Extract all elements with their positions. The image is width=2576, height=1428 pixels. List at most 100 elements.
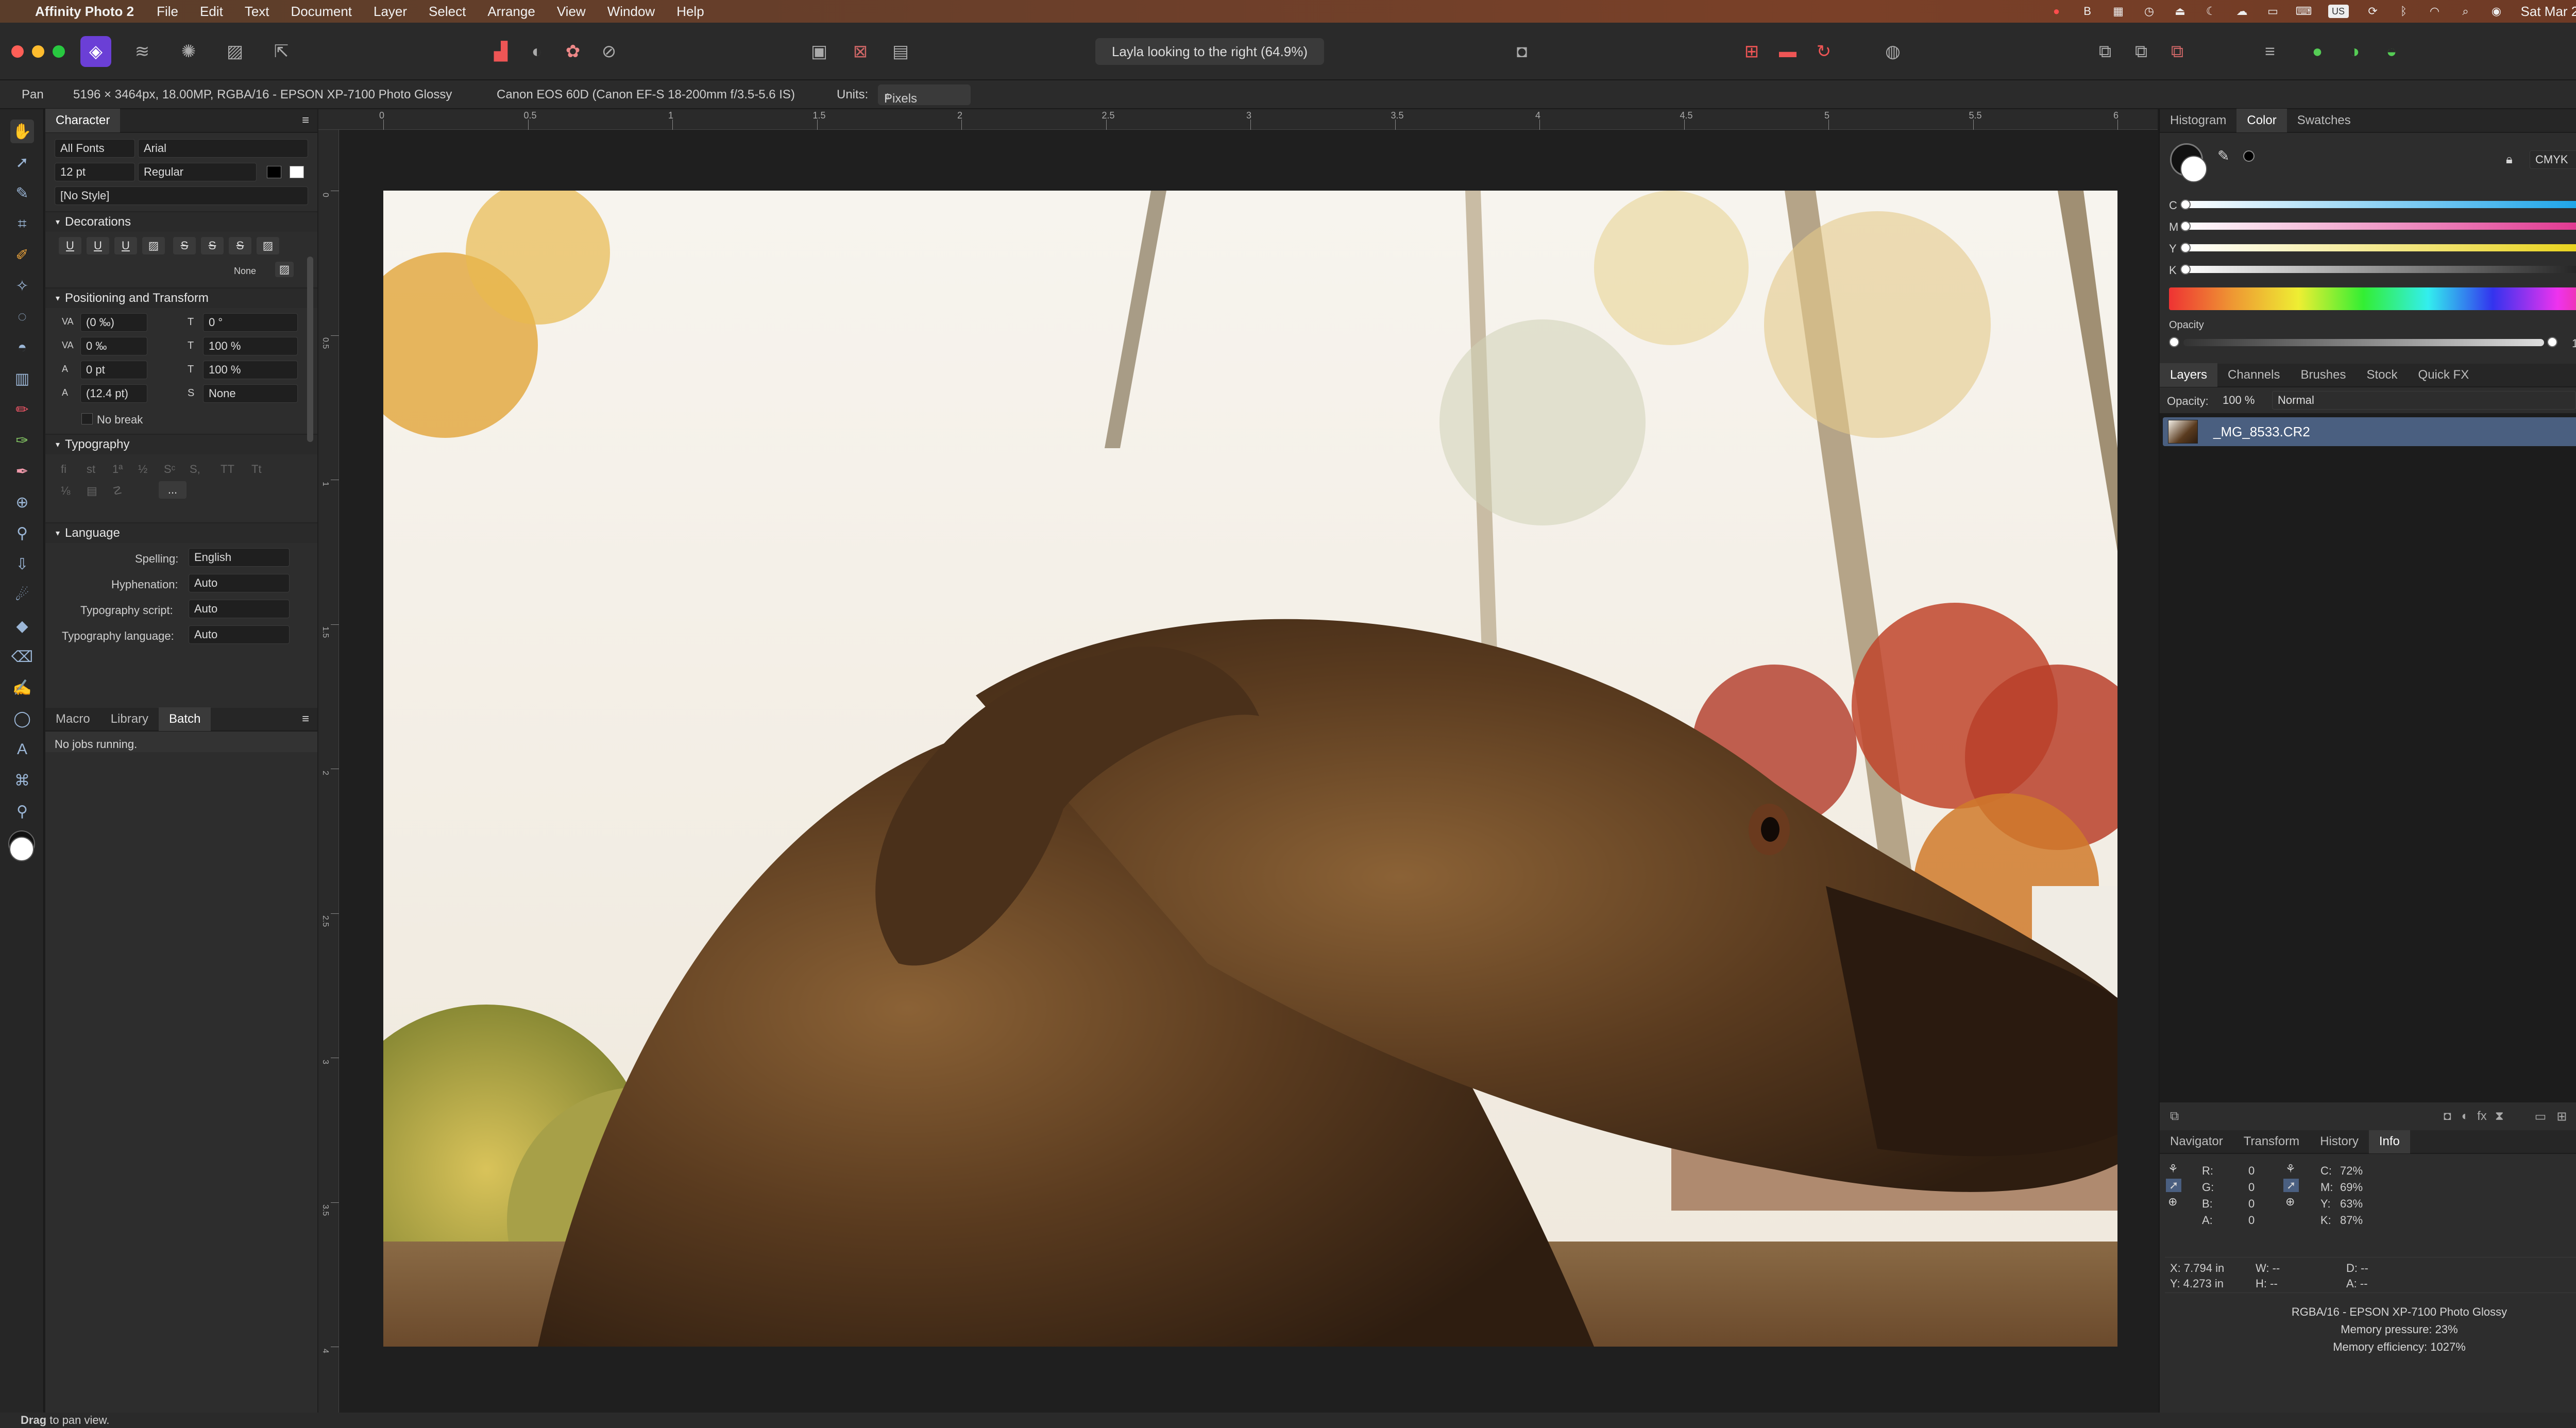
record-icon[interactable]: ●: [2050, 5, 2063, 18]
search-icon[interactable]: ⌕: [2459, 5, 2472, 18]
clone-tool-icon[interactable]: ✒: [10, 460, 34, 483]
liquify-persona-icon[interactable]: ≋: [127, 36, 158, 67]
auto-white-balance-icon[interactable]: ⊘: [594, 36, 624, 67]
text-tool-icon[interactable]: A: [10, 738, 34, 761]
units-select[interactable]: Pixels ⇕: [878, 84, 971, 106]
superscript-icon[interactable]: 1ª: [112, 463, 123, 476]
layer-opacity-field[interactable]: 100 %: [2217, 391, 2269, 410]
zoom-tool-icon[interactable]: ⚲: [10, 800, 34, 823]
magenta-slider-knob[interactable]: [2180, 221, 2191, 231]
display-icon[interactable]: ▭: [2266, 5, 2280, 18]
caps-icon[interactable]: Tt: [251, 463, 262, 476]
tab-quick-fx[interactable]: Quick FX: [2408, 363, 2480, 387]
font-family-select[interactable]: Arial: [138, 139, 308, 158]
leading-override-field[interactable]: None: [203, 384, 298, 403]
underline-custom-button[interactable]: U: [114, 237, 137, 254]
panel-menu-icon[interactable]: ≡: [302, 712, 309, 726]
typography-section[interactable]: ▾ Typography: [45, 434, 317, 454]
invert-selection-icon[interactable]: ▤: [885, 36, 916, 67]
pen-tool-icon[interactable]: ✍: [10, 676, 34, 700]
small-caps-icon[interactable]: Sᶜ: [164, 463, 175, 476]
decoration-color-button[interactable]: ▨: [275, 262, 294, 277]
close-window-button[interactable]: [11, 45, 24, 58]
control-center-icon[interactable]: ◉: [2490, 5, 2503, 18]
black-slider-knob[interactable]: [2180, 264, 2191, 275]
erase-tool-icon[interactable]: ⌫: [10, 645, 34, 669]
stylistic-icon[interactable]: S,: [190, 463, 200, 476]
quick-mask-icon[interactable]: ◘: [1506, 36, 1537, 67]
baseline-field[interactable]: 0 pt: [80, 361, 147, 379]
rgb-source-icon[interactable]: ⚘: [2168, 1162, 2178, 1176]
leading-field[interactable]: (12.4 pt): [80, 384, 147, 403]
zoom-window-button[interactable]: [53, 45, 65, 58]
photo-persona-icon[interactable]: ◈: [80, 36, 111, 67]
strike-color-button[interactable]: ▨: [257, 237, 279, 254]
flood-fill-icon[interactable]: ◓: [10, 336, 34, 360]
crop-tool-icon[interactable]: ⌗: [10, 212, 34, 236]
menu-document[interactable]: Document: [291, 4, 352, 20]
vertical-scale-field[interactable]: 100 %: [203, 361, 298, 379]
tab-histogram[interactable]: Histogram: [2160, 109, 2236, 132]
gradient-tool-icon[interactable]: ▥: [10, 367, 34, 390]
tab-history[interactable]: History: [2310, 1130, 2369, 1153]
double-strikethrough-button[interactable]: S: [201, 237, 224, 254]
cmyk-target-icon[interactable]: ⊕: [2285, 1195, 2295, 1209]
menu-help[interactable]: Help: [676, 4, 704, 20]
dodge-tool-icon[interactable]: ✑: [10, 429, 34, 452]
bluetooth-icon[interactable]: ᛒ: [2397, 5, 2411, 18]
auto-color-icon[interactable]: ✿: [557, 36, 588, 67]
cyan-slider-knob[interactable]: [2180, 199, 2191, 210]
underline-button[interactable]: U: [59, 237, 81, 254]
menu-arrange[interactable]: Arrange: [487, 4, 535, 20]
opacity-value[interactable]: 100 %: [2572, 337, 2576, 350]
export-persona-icon[interactable]: ⇱: [266, 36, 297, 67]
sharpen-tool-icon[interactable]: ◆: [10, 614, 34, 638]
underline-color-button[interactable]: ▨: [142, 237, 165, 254]
spelling-select[interactable]: English: [189, 548, 290, 567]
horizontal-scale-field[interactable]: 100 %: [203, 337, 298, 355]
tab-character[interactable]: Character: [45, 109, 121, 132]
blur-tool-icon[interactable]: ⇩: [10, 552, 34, 576]
selection-brush-icon[interactable]: ✐: [10, 243, 34, 267]
opacity-slider[interactable]: [2183, 339, 2544, 346]
tab-swatches[interactable]: Swatches: [2287, 109, 2361, 132]
opacity-left-knob[interactable]: [2169, 337, 2179, 347]
panel-menu-icon[interactable]: ≡: [302, 113, 309, 128]
red-eye-tool-icon[interactable]: ⚲: [10, 521, 34, 545]
hyphenation-select[interactable]: Auto: [189, 574, 290, 592]
fractions-icon[interactable]: ⅛: [61, 484, 70, 498]
color-picker-tool-icon[interactable]: ✎: [10, 181, 34, 205]
document-photo[interactable]: [383, 191, 2117, 1347]
adjustment-layer-icon[interactable]: ◐: [2462, 1109, 2469, 1124]
develop-persona-icon[interactable]: ✺: [173, 36, 204, 67]
flood-select-icon[interactable]: ✧: [10, 274, 34, 298]
double-underline-button[interactable]: U: [87, 237, 109, 254]
tab-color[interactable]: Color: [2236, 109, 2287, 132]
text-bg-color-swatch[interactable]: [290, 166, 304, 178]
tab-channels[interactable]: Channels: [2217, 363, 2290, 387]
paragraph-style-select[interactable]: [No Style]: [55, 186, 308, 205]
horizontal-ruler[interactable]: 0 0.5 1 1.5 2 2.5 3 3.5 4 4.5 5 5.5 6: [318, 109, 2158, 130]
ornaments-icon[interactable]: ▤: [87, 484, 97, 498]
layer-row[interactable]: _MG_8533.CR2 ●: [2163, 417, 2576, 446]
menu-layer[interactable]: Layer: [374, 4, 407, 20]
fill-color-circle[interactable]: [2180, 156, 2207, 182]
subscript-icon[interactable]: ½: [138, 463, 147, 476]
typography-script-select[interactable]: Auto: [189, 600, 290, 618]
magenta-slider[interactable]: [2182, 223, 2576, 230]
strikethrough-button[interactable]: S: [173, 237, 196, 254]
clock-icon[interactable]: ◷: [2143, 5, 2156, 18]
menu-edit[interactable]: Edit: [200, 4, 223, 20]
auto-levels-icon[interactable]: ◐: [521, 36, 552, 67]
tab-info[interactable]: Info: [2368, 1130, 2410, 1153]
align-icon[interactable]: ≡: [2255, 36, 2285, 67]
decoration-style-value[interactable]: None: [234, 266, 256, 277]
kerning-field[interactable]: 0 ‰: [80, 337, 147, 355]
add-layer-icon[interactable]: ⊞: [2556, 1109, 2567, 1124]
grid-icon[interactable]: ▦: [2112, 5, 2125, 18]
rgb-target-icon[interactable]: ⊕: [2168, 1195, 2177, 1209]
font-collection-select[interactable]: All Fonts: [55, 139, 135, 158]
mesh-warp-tool-icon[interactable]: ⌘: [10, 769, 34, 792]
snapping-icon[interactable]: ⊞: [1736, 36, 1767, 67]
tab-transform[interactable]: Transform: [2233, 1130, 2310, 1153]
